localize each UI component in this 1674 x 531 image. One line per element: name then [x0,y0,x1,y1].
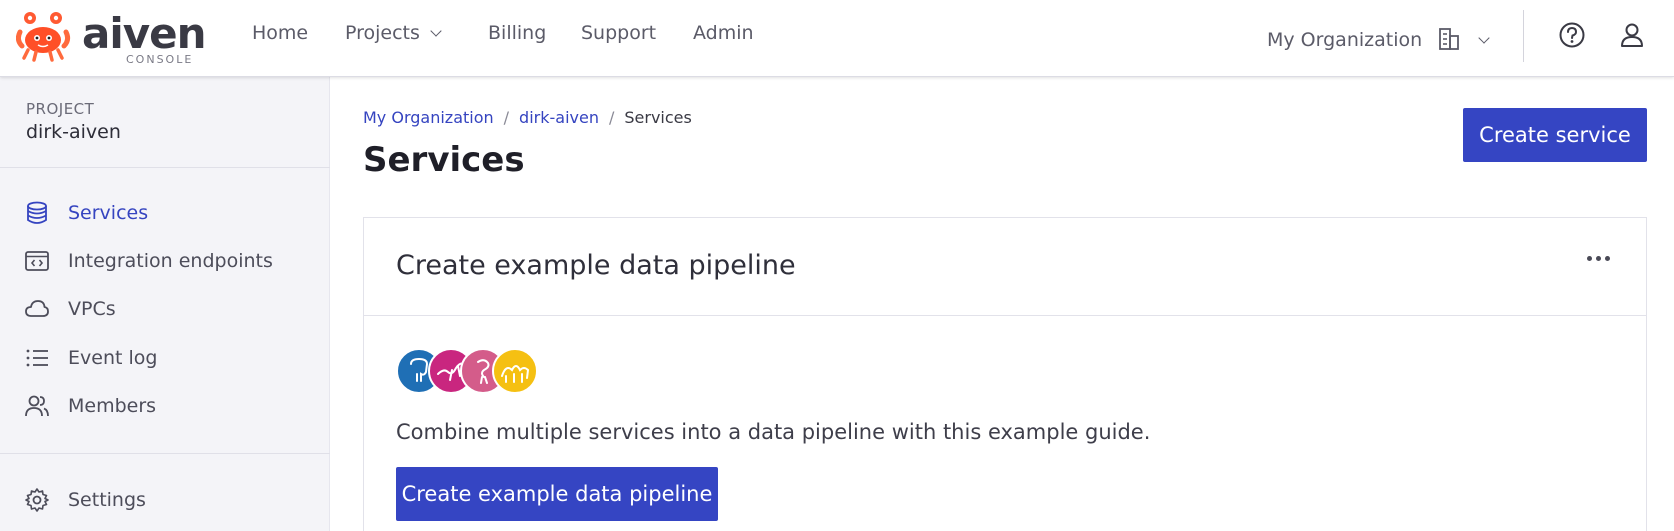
create-service-button[interactable]: Create service [1463,108,1647,162]
breadcrumb: My Organization / dirk-aiven / Services [363,108,692,127]
project-name: dirk-aiven [26,121,121,143]
chevron-down-icon [430,25,442,37]
crab-icon [16,12,71,62]
sidebar-item-label: Settings [68,489,146,511]
nav-billing[interactable]: Billing [488,22,546,44]
list-icon [26,349,48,367]
sidebar-item-label: Services [68,202,149,224]
card-title: Create example data pipeline [396,250,796,281]
card-header: Create example data pipeline [364,218,1646,316]
database-icon [27,201,47,224]
top-navigation-bar: aiven CONSOLE Home Projects Billing Supp… [0,0,1674,77]
brand-subtitle: CONSOLE [126,53,194,66]
nav-projects-label: Projects [345,22,420,44]
nav-admin[interactable]: Admin [693,22,754,44]
aiven-logo[interactable]: aiven CONSOLE [16,10,207,66]
sidebar-divider [0,167,330,168]
organization-name: My Organization [1267,29,1423,51]
sidebar-item-members[interactable]: Members [24,388,314,424]
nav-home[interactable]: Home [252,22,308,44]
sidebar-item-services[interactable]: Services [24,195,314,231]
nav-support[interactable]: Support [581,22,656,44]
breadcrumb-separator: / [608,108,615,127]
sidebar-item-integration-endpoints[interactable]: Integration endpoints [24,243,314,279]
breadcrumb-project[interactable]: dirk-aiven [519,108,599,127]
users-icon [25,395,49,417]
breadcrumb-separator: / [503,108,510,127]
service-logos [396,348,546,396]
sidebar-divider [0,453,330,454]
example-pipeline-card: Create example data pipeline Combine mul… [363,217,1647,531]
gear-icon [25,488,49,512]
code-window-icon [25,251,49,271]
card-description: Combine multiple services into a data pi… [396,420,1151,444]
breadcrumb-current: Services [624,108,692,127]
sidebar-item-label: Integration endpoints [68,250,273,272]
help-icon[interactable] [1557,20,1587,50]
create-example-pipeline-button[interactable]: Create example data pipeline [396,467,718,521]
project-label: PROJECT [26,100,95,118]
sidebar: PROJECT dirk-aiven Services Integration … [0,77,330,531]
sidebar-item-event-log[interactable]: Event log [24,340,314,376]
sidebar-item-vpcs[interactable]: VPCs [24,291,314,327]
sidebar-item-label: Members [68,395,157,417]
sidebar-item-settings[interactable]: Settings [24,482,314,518]
brand-name: aiven [82,9,207,58]
chevron-down-icon [1478,32,1490,44]
nav-projects[interactable]: Projects [345,22,442,44]
building-icon [1439,28,1460,50]
sidebar-item-label: Event log [68,347,158,369]
divider [1523,10,1524,62]
page-title: Services [363,140,525,180]
user-icon[interactable] [1617,20,1647,50]
breadcrumb-organization[interactable]: My Organization [363,108,494,127]
clickhouse-icon [492,348,538,394]
organization-selector[interactable]: My Organization [1267,22,1490,51]
more-options-icon[interactable] [1587,256,1610,261]
cloud-icon [25,300,49,317]
sidebar-item-label: VPCs [68,298,116,320]
